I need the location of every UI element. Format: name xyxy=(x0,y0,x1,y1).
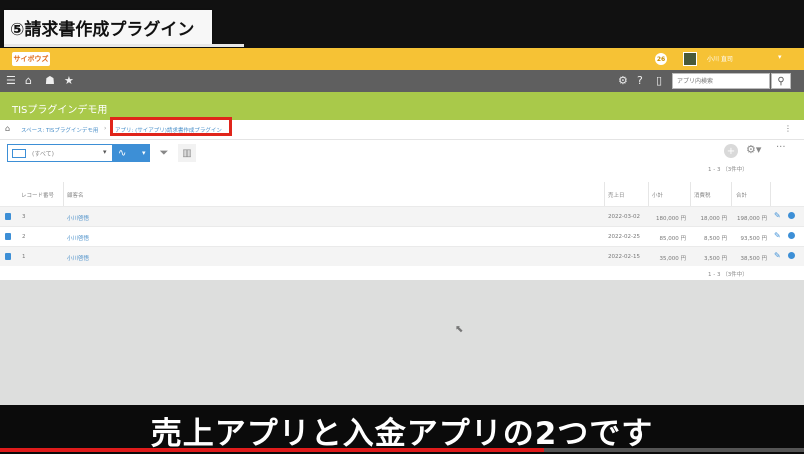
tax: 8,500 円 xyxy=(704,236,727,242)
chapter-underline xyxy=(4,44,244,47)
more-icon[interactable]: ⋮ xyxy=(784,124,792,133)
list-view-icon xyxy=(12,149,26,158)
total: 38,500 円 xyxy=(740,256,768,262)
notification-badge[interactable]: 26 xyxy=(655,53,667,65)
record-id: 2 xyxy=(22,234,26,240)
chapter-title: ⑤請求書作成プラグイン xyxy=(4,10,213,44)
customer-name[interactable]: 小川啓悟 xyxy=(67,214,89,222)
home-icon[interactable]: ⌂ xyxy=(5,124,10,133)
video-progress-remaining[interactable] xyxy=(544,448,804,452)
sales-date: 2022-03-02 xyxy=(608,214,640,220)
filter-icon[interactable]: ⏷ xyxy=(155,144,173,162)
total: 93,500 円 xyxy=(740,236,768,242)
settings-icon[interactable]: ⚙▾ xyxy=(746,143,761,156)
delete-icon[interactable] xyxy=(788,232,795,239)
view-select[interactable]: (すべて) ▾ xyxy=(7,144,113,162)
delete-icon[interactable] xyxy=(788,212,795,219)
pager-top: 1 - 3 （3件中） xyxy=(708,167,748,173)
column-divider xyxy=(731,182,732,206)
red-highlight-box xyxy=(110,117,232,136)
record-id: 3 xyxy=(22,214,26,220)
column-header[interactable]: 顧客名 xyxy=(67,191,84,199)
column-divider xyxy=(690,182,691,206)
subtotal: 180,000 円 xyxy=(656,216,686,222)
table-row[interactable]: 1 小川啓悟 2022-02-15 35,000 円 3,500 円 38,50… xyxy=(0,246,804,266)
app-title: TISプラグインデモ用 xyxy=(12,105,108,116)
tax: 18,000 円 xyxy=(700,216,728,222)
chevron-right-icon: › xyxy=(104,125,107,132)
column-divider xyxy=(63,182,64,206)
video-progress-played[interactable] xyxy=(0,448,544,452)
star-icon[interactable]: ★ xyxy=(64,74,74,88)
table-row[interactable]: 2 小川啓悟 2022-02-25 85,000 円 8,500 円 93,50… xyxy=(0,226,804,246)
search-input[interactable] xyxy=(672,73,770,89)
record-id: 1 xyxy=(22,254,26,260)
pencil-icon[interactable]: ✎ xyxy=(774,231,781,240)
home-icon[interactable]: ⌂ xyxy=(25,74,32,88)
column-header[interactable]: 合計 xyxy=(736,191,747,199)
line-graph-icon: ∿ xyxy=(118,147,127,159)
logo[interactable]: サイボウズ xyxy=(12,52,50,66)
top-header: サイボウズ 26 小川 直司 ▾ xyxy=(0,48,804,70)
kintone-app-window: サイボウズ 26 小川 直司 ▾ ☰ ⌂ ☗ ★ ⚙ ? ▯ ⚲ TISプラグイ… xyxy=(0,48,804,405)
record-detail-icon[interactable] xyxy=(5,233,11,240)
bar-chart-icon[interactable]: ▥ xyxy=(178,144,196,162)
column-divider xyxy=(648,182,649,206)
more-options-icon[interactable]: ··· xyxy=(776,142,786,153)
chevron-down-icon[interactable]: ▾ xyxy=(778,53,782,61)
column-header[interactable]: 消費税 xyxy=(694,191,711,199)
table-header-row: レコード番号 顧客名 売上日 小計 消費税 合計 xyxy=(0,182,804,206)
app-title-banner: TISプラグインデモ用 xyxy=(0,92,804,120)
mouse-cursor-icon: ⬉ xyxy=(455,324,464,335)
customer-name[interactable]: 小川啓悟 xyxy=(67,234,89,242)
pencil-icon[interactable]: ✎ xyxy=(774,251,781,260)
record-list-panel: (すべて) ▾ ∿ ▾ ⏷ ▥ + ⚙▾ ··· 1 - 3 （3件中） レコー… xyxy=(0,140,804,280)
tax: 3,500 円 xyxy=(704,256,727,262)
table-row[interactable]: 3 小川啓悟 2022-03-02 180,000 円 18,000 円 198… xyxy=(0,206,804,226)
delete-icon[interactable] xyxy=(788,252,795,259)
search-icon[interactable]: ⚲ xyxy=(771,73,791,89)
record-detail-icon[interactable] xyxy=(5,253,11,260)
pager-bottom: 1 - 3 （3件中） xyxy=(708,272,748,278)
gear-icon[interactable]: ⚙ xyxy=(618,74,628,88)
view-select-label: (すべて) xyxy=(32,151,55,158)
record-detail-icon[interactable] xyxy=(5,213,11,220)
subtotal: 85,000 円 xyxy=(659,236,687,242)
nav-bar: ☰ ⌂ ☗ ★ ⚙ ? ▯ ⚲ xyxy=(0,70,804,92)
help-icon[interactable]: ? xyxy=(637,74,643,88)
column-divider xyxy=(604,182,605,206)
video-subtitle: 売上アプリと入金アプリの2つです xyxy=(150,416,654,452)
avatar[interactable] xyxy=(683,52,697,66)
menu-icon[interactable]: ☰ xyxy=(6,74,16,88)
sales-date: 2022-02-25 xyxy=(608,234,640,240)
people-icon[interactable]: ☗ xyxy=(45,74,55,88)
column-header[interactable]: 小計 xyxy=(652,191,663,199)
mobile-icon[interactable]: ▯ xyxy=(656,74,662,88)
video-frame: ⑤請求書作成プラグイン サイボウズ 26 小川 直司 ▾ ☰ ⌂ ☗ ★ ⚙ ?… xyxy=(0,0,804,454)
column-header[interactable]: レコード番号 xyxy=(21,191,54,199)
add-record-button[interactable]: + xyxy=(724,144,738,158)
subtotal: 35,000 円 xyxy=(659,256,687,262)
user-name[interactable]: 小川 直司 xyxy=(707,54,733,63)
chevron-down-icon: ▾ xyxy=(142,149,146,157)
breadcrumb-space-link[interactable]: スペース: TISプラグインデモ用 xyxy=(21,126,98,134)
sales-date: 2022-02-15 xyxy=(608,254,640,260)
column-header[interactable]: 売上日 xyxy=(608,191,625,199)
chevron-down-icon: ▾ xyxy=(103,148,107,156)
customer-name[interactable]: 小川啓悟 xyxy=(67,254,89,262)
total: 198,000 円 xyxy=(737,216,767,222)
graph-button[interactable]: ∿ ▾ xyxy=(113,144,150,162)
pencil-icon[interactable]: ✎ xyxy=(774,211,781,220)
column-divider xyxy=(770,182,771,206)
